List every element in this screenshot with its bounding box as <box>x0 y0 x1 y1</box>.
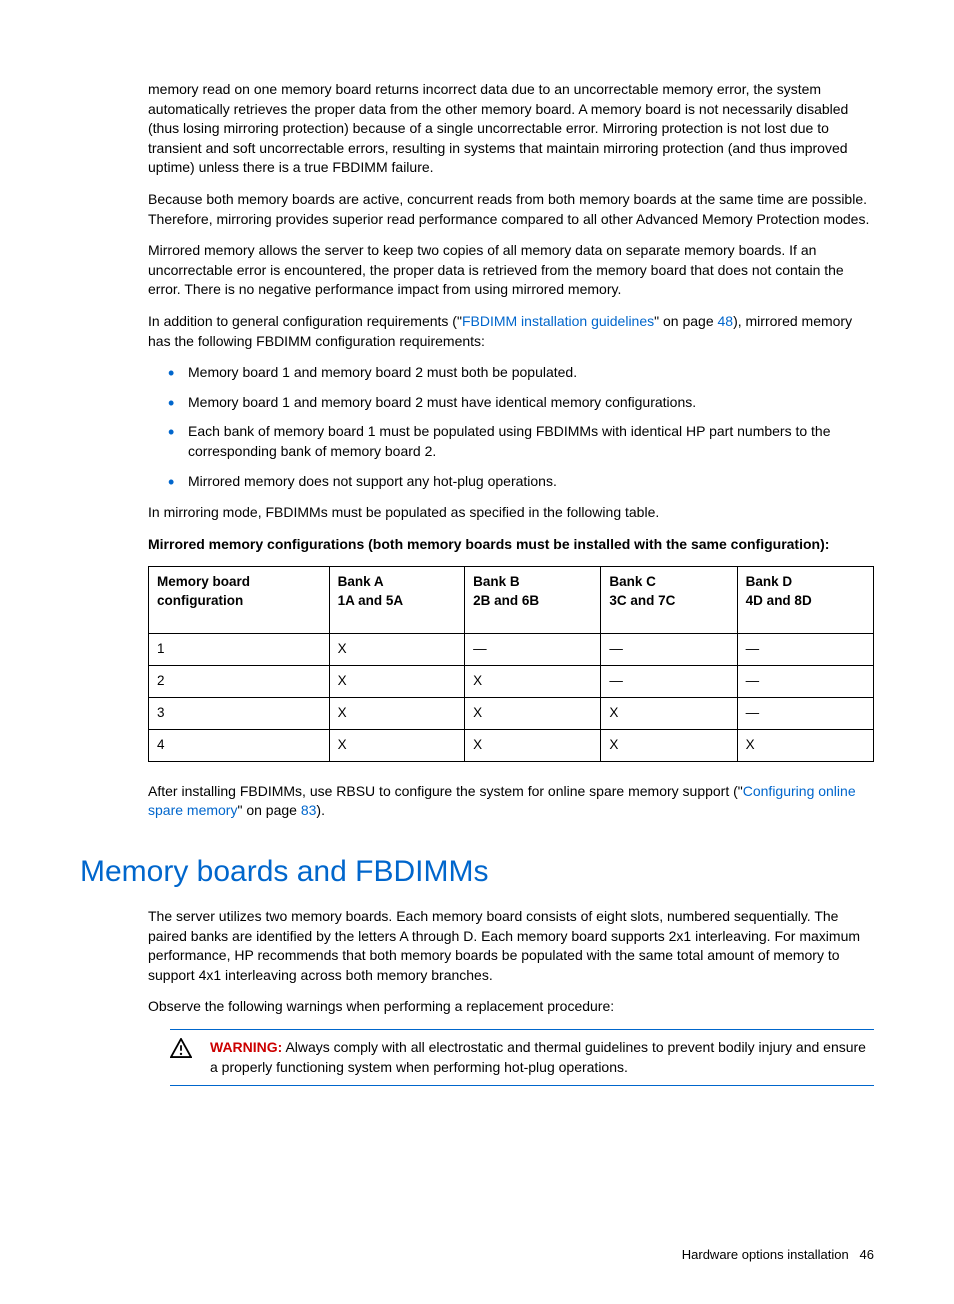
list-item: Memory board 1 and memory board 2 must b… <box>188 363 874 383</box>
footer-section: Hardware options installation <box>682 1247 849 1262</box>
table-caption: Mirrored memory configurations (both mem… <box>148 535 874 555</box>
warning-box: WARNING: Always comply with all electros… <box>170 1029 874 1086</box>
table-cell: X <box>601 729 737 761</box>
table-cell: — <box>465 634 601 666</box>
list-item: Mirrored memory does not support any hot… <box>188 472 874 492</box>
table-cell: X <box>737 729 873 761</box>
paragraph: Observe the following warnings when perf… <box>148 997 874 1017</box>
list-item: Each bank of memory board 1 must be popu… <box>188 422 874 461</box>
table-row: 4 X X X X <box>149 729 874 761</box>
config-table: Memory boardconfiguration Bank A1A and 5… <box>148 566 874 762</box>
paragraph: The server utilizes two memory boards. E… <box>148 907 874 985</box>
paragraph: Mirrored memory allows the server to kee… <box>148 241 874 300</box>
table-cell: 1 <box>149 634 330 666</box>
paragraph: In addition to general configuration req… <box>148 312 874 351</box>
table-cell: X <box>601 698 737 730</box>
table-cell: — <box>601 666 737 698</box>
warning-text: WARNING: Always comply with all electros… <box>210 1038 874 1077</box>
link-fbdimm-guidelines[interactable]: FBDIMM installation guidelines <box>462 313 654 329</box>
table-cell: X <box>329 698 464 730</box>
table-row: 1 X — — — <box>149 634 874 666</box>
paragraph: After installing FBDIMMs, use RBSU to co… <box>148 782 874 821</box>
text: In addition to general configuration req… <box>148 313 462 329</box>
list-item: Memory board 1 and memory board 2 must h… <box>188 393 874 413</box>
table-cell: — <box>737 698 873 730</box>
warning-body: Always comply with all electrostatic and… <box>210 1039 866 1075</box>
text: " on page <box>237 802 300 818</box>
text: After installing FBDIMMs, use RBSU to co… <box>148 783 743 799</box>
link-page-48[interactable]: 48 <box>718 313 734 329</box>
table-cell: X <box>329 634 464 666</box>
table-cell: 4 <box>149 729 330 761</box>
table-cell: — <box>601 634 737 666</box>
table-cell: X <box>465 698 601 730</box>
table-cell: X <box>329 729 464 761</box>
warning-icon <box>170 1038 210 1064</box>
paragraph: Because both memory boards are active, c… <box>148 190 874 229</box>
table-header: Bank A1A and 5A <box>329 567 464 634</box>
table-cell: X <box>329 666 464 698</box>
table-cell: 3 <box>149 698 330 730</box>
heading-memory-boards: Memory boards and FBDIMMs <box>80 851 874 893</box>
table-cell: X <box>465 729 601 761</box>
text: " on page <box>654 313 717 329</box>
table-header: Bank B2B and 6B <box>465 567 601 634</box>
text: ). <box>316 802 325 818</box>
table-header: Bank C3C and 7C <box>601 567 737 634</box>
table-header: Memory boardconfiguration <box>149 567 330 634</box>
warning-label: WARNING: <box>210 1039 282 1055</box>
table-cell: — <box>737 634 873 666</box>
table-cell: X <box>465 666 601 698</box>
footer-page-number: 46 <box>860 1247 874 1262</box>
table-cell: 2 <box>149 666 330 698</box>
paragraph: memory read on one memory board returns … <box>148 80 874 178</box>
table-header: Bank D4D and 8D <box>737 567 873 634</box>
table-row: 3 X X X — <box>149 698 874 730</box>
paragraph: In mirroring mode, FBDIMMs must be popul… <box>148 503 874 523</box>
requirements-list: Memory board 1 and memory board 2 must b… <box>148 363 874 491</box>
table-cell: — <box>737 666 873 698</box>
table-row: 2 X X — — <box>149 666 874 698</box>
link-page-83[interactable]: 83 <box>301 802 317 818</box>
page-footer: Hardware options installation 46 <box>80 1246 874 1264</box>
